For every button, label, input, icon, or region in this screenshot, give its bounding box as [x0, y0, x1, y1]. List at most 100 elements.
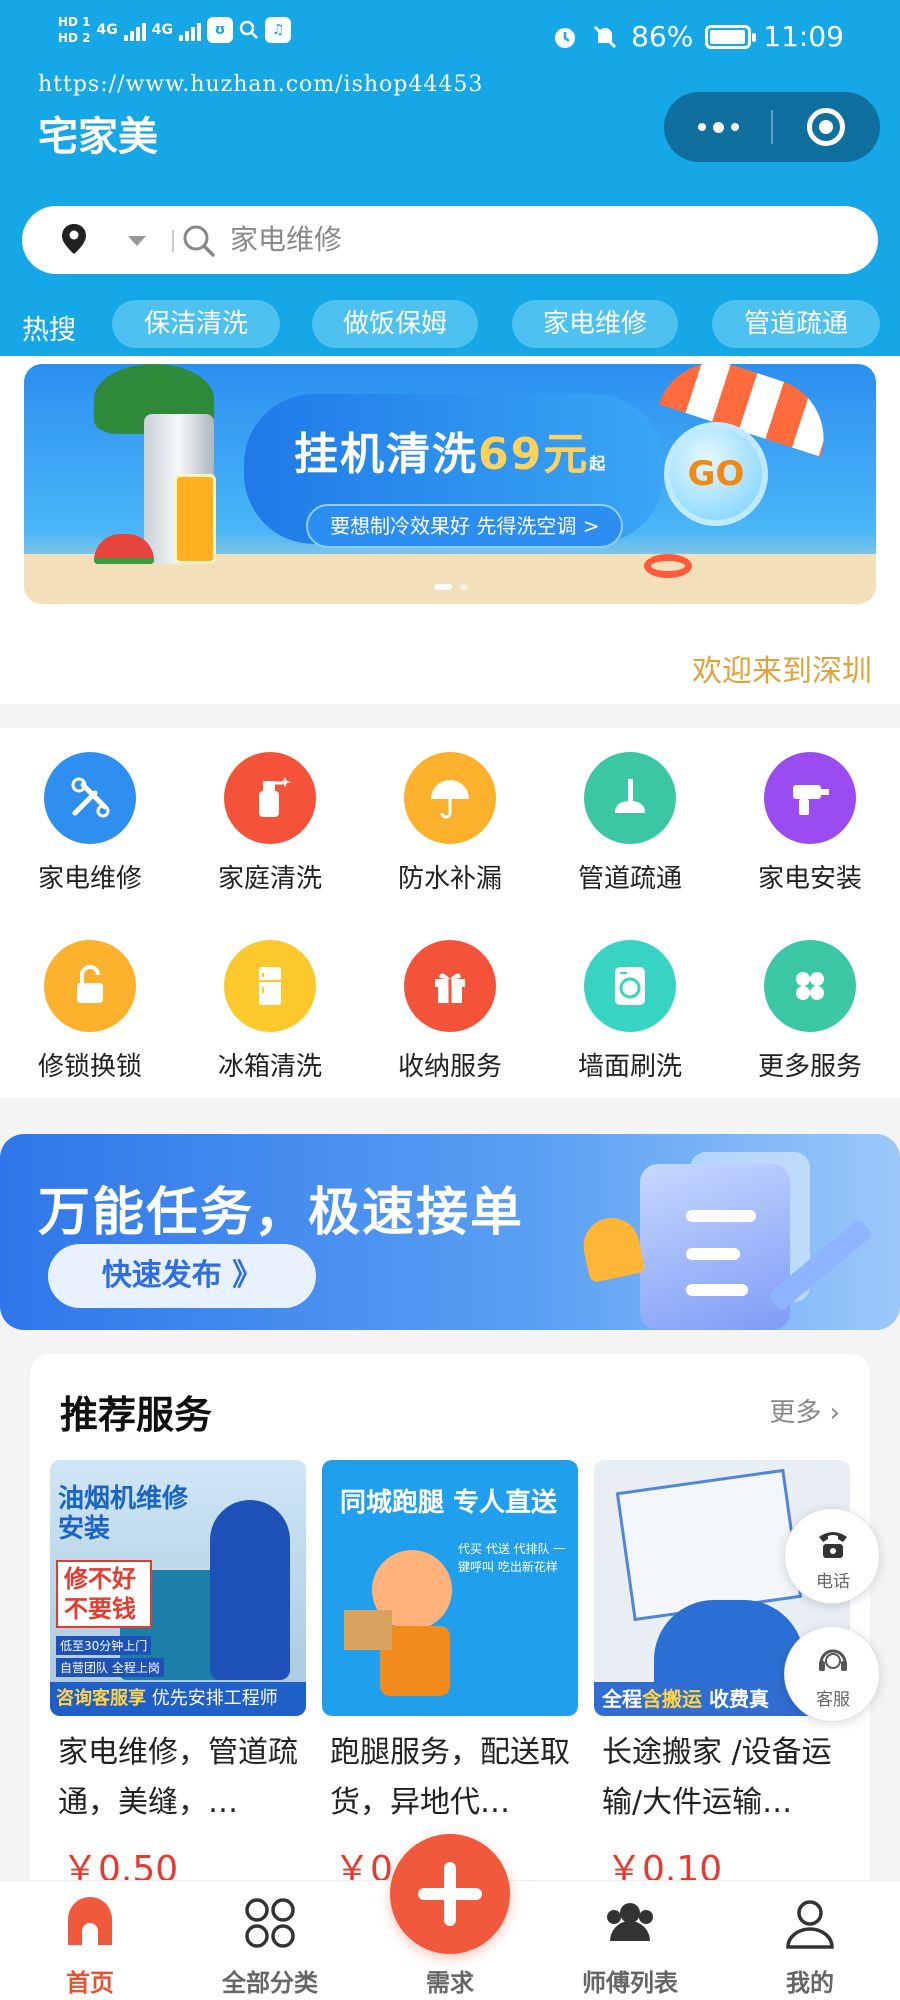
- card-image-bar-a: 全程: [602, 1687, 642, 1711]
- app-title: 宅家美: [38, 114, 158, 160]
- hot-search-label: 热搜: [22, 315, 76, 346]
- card-image-errand: 同城跑腿 专人直送 代买 代送 代排队 一键呼叫 吃出新花样: [322, 1460, 578, 1716]
- banner-price: 69元: [478, 429, 590, 480]
- service-pipe-unclog[interactable]: 管道疏通: [540, 728, 720, 898]
- signal-icon: [123, 19, 146, 41]
- service-waterproof[interactable]: 防水补漏: [360, 728, 540, 898]
- hot-tag-nanny[interactable]: 做饭保姆: [312, 300, 478, 348]
- card-image-range-hood: 油烟机维修安装 修不好 不要钱 低至30分钟上门 自营团队 全程上岗 咨询客服享…: [50, 1460, 306, 1716]
- service-label: 墙面刷洗: [577, 1052, 682, 1082]
- swim-ring-image: [644, 554, 692, 578]
- location-pin-icon[interactable]: [62, 224, 86, 254]
- watermark-url: https://www.huzhan.com/ishop44453: [38, 72, 484, 97]
- tab-mine[interactable]: 我的: [720, 1881, 900, 2000]
- headset-icon: [819, 1649, 847, 1671]
- service-fridge-cleaning[interactable]: 冰箱清洗: [180, 916, 360, 1086]
- go-button[interactable]: GO: [664, 422, 768, 526]
- battery-icon: [705, 24, 757, 49]
- phone-float-button[interactable]: 电话: [784, 1508, 880, 1604]
- service-card[interactable]: 油烟机维修安装 修不好 不要钱 低至30分钟上门 自营团队 全程上岗 咨询客服享…: [50, 1460, 306, 1940]
- tab-home[interactable]: 首页: [0, 1881, 180, 2000]
- parcel-image: [344, 1610, 392, 1650]
- hot-tag-pipe[interactable]: 管道疏通: [712, 300, 880, 348]
- banner-pagination: [434, 584, 468, 590]
- search-input[interactable]: 家电维修: [230, 220, 342, 260]
- service-label: 管道疏通: [577, 864, 682, 894]
- service-label: 修锁换锁: [37, 1052, 142, 1082]
- category-grid-icon: [245, 1898, 295, 1948]
- task-promo-banner[interactable]: 万能任务，极速接单 快速发布 》: [0, 1134, 900, 1330]
- washing-machine-icon: [584, 940, 676, 1032]
- service-lock[interactable]: 修锁换锁: [0, 916, 180, 1086]
- tab-masters[interactable]: 师傅列表: [540, 1881, 720, 2000]
- service-grid: 家电维修 家庭清洗 防水补漏 管道疏通 家电安装 修锁换锁 冰箱清洗 收纳服务 …: [0, 728, 900, 1098]
- worker-image: [210, 1500, 290, 1680]
- hot-tag-cleaning[interactable]: 保洁清洗: [112, 300, 280, 348]
- signal-icon-2: [179, 19, 201, 41]
- status-left: HD 1 HD 2 4G 4G ʊ ♫: [58, 14, 291, 46]
- service-wall-washing[interactable]: 墙面刷洗: [540, 916, 720, 1086]
- gift-box-icon: [404, 940, 496, 1032]
- hot-tag-repair[interactable]: 家电维修: [512, 300, 678, 348]
- banner-qi: 起: [589, 454, 608, 473]
- customer-service-float-button[interactable]: 客服: [784, 1626, 880, 1722]
- more-dots-icon[interactable]: [664, 92, 772, 162]
- chevron-down-icon[interactable]: [128, 236, 146, 246]
- hd1-label: HD 1: [58, 15, 91, 29]
- document-line: [686, 1248, 740, 1260]
- card-image-bar-b: 含搬运: [642, 1687, 702, 1711]
- service-appliance-repair[interactable]: 家电维修: [0, 728, 180, 898]
- card-image-title: 同城跑腿 专人直送: [340, 1488, 558, 1518]
- hd2-label: HD 2: [58, 31, 91, 45]
- service-appliance-install[interactable]: 家电安装: [720, 728, 900, 898]
- card-image-line1: 低至30分钟上门: [56, 1636, 152, 1655]
- mute-icon: [594, 25, 617, 48]
- service-storage[interactable]: 收纳服务: [360, 916, 540, 1086]
- app-notification-icon: ʊ: [207, 17, 233, 43]
- search-divider: [172, 230, 174, 252]
- hot-search-bar: 热搜 保洁清洗 做饭保姆 家电维修 管道疏通: [0, 296, 900, 352]
- search-notification-icon: [239, 20, 258, 39]
- publish-demand-button[interactable]: [390, 1834, 510, 1954]
- hd-indicator: HD 1 HD 2: [58, 14, 91, 46]
- user-icon: [786, 1900, 834, 1949]
- status-right: 86% 11:09: [551, 20, 844, 53]
- bell-icon: [578, 1212, 646, 1284]
- header: HD 1 HD 2 4G 4G ʊ ♫ 86% 11:09 https://ww…: [0, 0, 900, 360]
- tab-home-label: 首页: [66, 1969, 114, 1997]
- close-miniapp-icon[interactable]: [807, 108, 845, 146]
- recommend-more-link[interactable]: 更多 ›: [769, 1392, 840, 1429]
- service-home-cleaning[interactable]: 家庭清洗: [180, 728, 360, 898]
- promo-title: 万能任务，极速接单: [38, 1183, 525, 1243]
- promo-banner[interactable]: 挂机清洗69元起 要想制冷效果好 先得洗空调 > GO: [24, 364, 876, 604]
- drill-icon: [764, 752, 856, 844]
- service-label: 收纳服务: [397, 1052, 502, 1082]
- service-more[interactable]: 更多服务: [720, 916, 900, 1086]
- service-label: 冰箱清洗: [217, 1052, 322, 1082]
- banner-title: 挂机清洗69元起: [294, 418, 607, 482]
- card-image-bar-a: 咨询客服享: [56, 1688, 146, 1709]
- card-image-line2: 自营团队 全程上岗: [56, 1658, 164, 1677]
- welcome-marquee: 欢迎来到深圳: [692, 654, 872, 689]
- service-label: 家庭清洗: [217, 864, 322, 894]
- chevron-right-icon: ›: [829, 1398, 840, 1428]
- service-label: 家电维修: [37, 864, 142, 894]
- status-bar: HD 1 HD 2 4G 4G ʊ ♫ 86% 11:09: [0, 0, 900, 76]
- document-line: [686, 1210, 756, 1222]
- card-image-bar-c: 收费真: [708, 1687, 769, 1711]
- net2-label: 4G: [151, 22, 173, 38]
- tools-icon: [44, 752, 136, 844]
- banner-subtitle[interactable]: 要想制冷效果好 先得洗空调 >: [306, 504, 624, 548]
- card-image-bar: 咨询客服享 优先安排工程师: [50, 1682, 306, 1716]
- phone-label: 电话: [816, 1572, 850, 1592]
- unlock-icon: [44, 940, 136, 1032]
- card-name: 长途搬家 /设备运输/大件运输…: [602, 1735, 832, 1820]
- spray-bottle-icon: [224, 752, 316, 844]
- tab-category[interactable]: 全部分类: [180, 1881, 360, 2000]
- capsule-divider: [771, 110, 773, 144]
- juice-image: [174, 474, 216, 564]
- card-image-text: 代买 代送 代排队 一键呼叫 吃出新花样: [458, 1542, 566, 1574]
- quick-publish-button[interactable]: 快速发布 》: [48, 1244, 316, 1308]
- net1-label: 4G: [96, 22, 118, 38]
- search-bar[interactable]: 家电维修: [22, 206, 878, 274]
